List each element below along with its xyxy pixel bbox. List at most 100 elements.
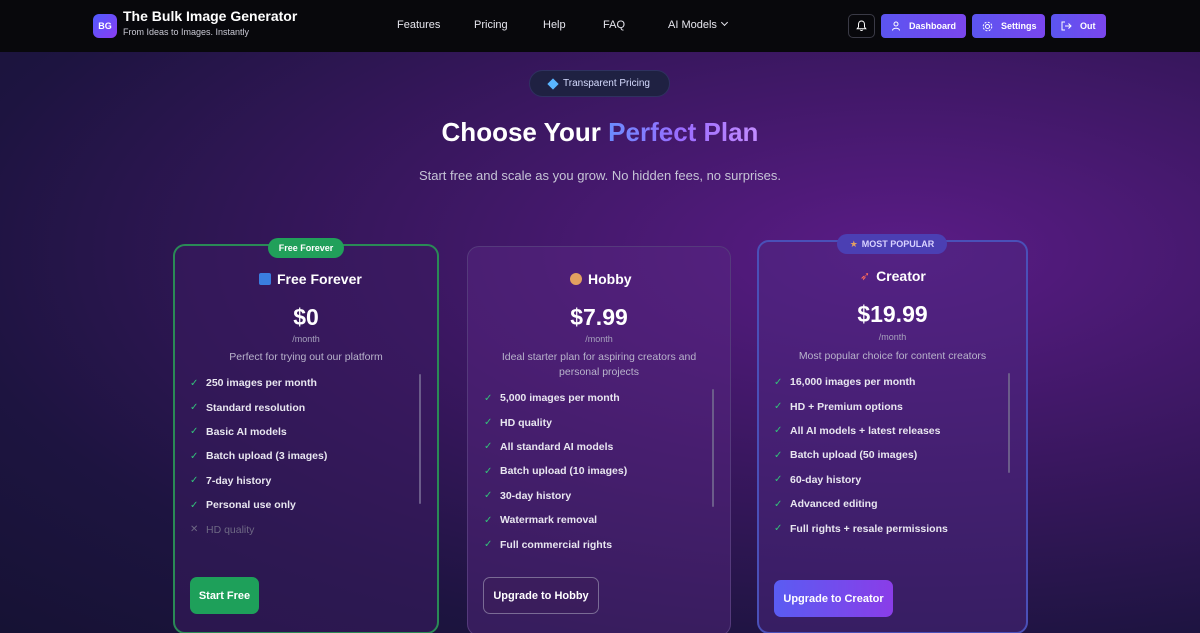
gear-icon [982,21,993,31]
list-item: ✓ Batch upload (10 images) [484,465,628,478]
nav-help[interactable]: Help [543,19,566,31]
list-item: ✓ HD + Premium options [774,400,903,413]
nav-pricing[interactable]: Pricing [474,19,508,31]
settings-label: Settings [1001,21,1037,31]
plan-name-free-label: Free Forever [277,271,362,287]
brand[interactable]: BG The Bulk Image Generator From Ideas t… [93,9,297,38]
nav-features[interactable]: Features [397,19,440,31]
plan-period-creator: /month [878,332,907,342]
plan-period-free: /month [292,334,320,344]
top-nav: BG The Bulk Image Generator From Ideas t… [0,0,1200,52]
list-item: ✓ Standard resolution [190,401,306,414]
check-icon: ✓ [774,425,783,437]
feature-list-free: ✓ 250 images per month ✓ Standard resoluti… [190,371,327,542]
check-icon: ✓ [774,498,783,510]
brand-subtitle: From Ideas to Images. Instantly [123,27,250,37]
list-item: ✓ 5,000 images per month [484,392,620,405]
list-item: ✓ 60-day history [774,473,862,486]
start-free-button[interactable]: Start Free [190,577,259,614]
bell-icon [856,20,867,31]
list-item: ✓ Personal use only [190,499,296,512]
logout-button[interactable]: Out [1051,14,1106,38]
plan-name-hobby: Hobby [570,271,632,287]
logout-label: Out [1080,21,1096,31]
palette-icon [570,273,582,285]
dashboard-label: Dashboard [909,21,957,31]
list-item: ✓ Advanced editing [774,498,878,511]
plan-period-hobby: /month [585,334,613,344]
dashboard-button[interactable]: Dashboard [881,14,966,38]
check-icon: ✓ [484,465,493,477]
upgrade-to-hobby-button[interactable]: Upgrade to Hobby [483,577,599,614]
check-icon: ✓ [484,490,493,502]
check-icon: ✓ [774,474,783,486]
feature-list-hobby: ✓ 5,000 images per month ✓ HD quality ✓ All… [484,386,627,557]
check-icon: ✓ [484,441,493,453]
plan-name-creator-label: Creator [876,268,926,284]
logout-icon [1061,21,1072,31]
diamond-icon [547,77,559,90]
check-icon: ✓ [774,376,783,388]
check-icon: ✓ [190,499,199,511]
plan-desc-creator: Most popular choice for content creators [798,350,987,362]
list-item: ✕ HD quality [190,523,255,536]
settings-button[interactable]: Settings [972,14,1045,38]
list-item: ✓ Full commercial rights [484,538,613,551]
free-badge-icon [259,273,271,285]
check-icon: ✓ [190,402,199,414]
list-item: ✓ Batch upload (3 images) [190,450,328,463]
check-icon: ✓ [484,417,493,429]
list-item: ✓ All standard AI models [484,440,614,453]
list-item: ✓ 16,000 images per month [774,376,916,389]
check-icon: ✓ [774,449,783,461]
list-item: ✓ 7-day history [190,474,272,487]
plan-name-free: Free Forever [259,271,362,287]
list-item: ✓ Batch upload (50 images) [774,449,918,462]
check-icon: ✓ [190,450,199,462]
check-icon: ✓ [484,392,493,404]
notifications-button[interactable] [848,14,875,38]
plan-price-hobby: $7.99 [570,304,628,330]
check-icon: ✓ [774,523,783,535]
check-icon: ✓ [190,377,199,389]
check-icon: ✓ [190,475,199,487]
user-icon [892,21,900,31]
check-icon: ✓ [484,514,493,526]
scrollbar[interactable] [712,389,714,507]
list-item: ✓ 250 images per month [190,377,317,390]
upgrade-to-creator-button[interactable]: Upgrade to Creator [774,580,893,617]
check-icon: ✓ [190,426,199,438]
plan-name-creator: ➶ Creator [860,268,926,284]
list-item: ✓ 30-day history [484,489,572,502]
logo: BG [93,14,117,38]
plan-desc-hobby: Ideal starter plan for aspiring creators… [501,351,697,378]
list-item: ✓ Full rights + resale permissions [774,522,948,535]
page-title: Choose Your Perfect Plan [0,117,1200,148]
plan-desc-free: Perfect for trying out our platform [229,351,383,363]
scrollbar[interactable] [1008,373,1010,473]
check-icon: ✓ [484,539,493,551]
star-icon: ★ [849,238,858,249]
nav-ai-models-label: AI Models [668,19,717,31]
brand-title: The Bulk Image Generator [123,8,298,24]
transparent-pricing-badge: Transparent Pricing [529,70,670,97]
chevron-down-icon [720,18,728,27]
badge-label: Transparent Pricing [563,78,650,89]
free-forever-ribbon: Free Forever [268,238,344,258]
list-item: ✓ Basic AI models [190,425,287,438]
plan-price-free: $0 [293,304,319,330]
page-subtitle: Start free and scale as you grow. No hid… [418,168,782,183]
rocket-icon: ➶ [860,269,871,283]
list-item: ✓ All AI models + latest releases [774,424,941,437]
most-popular-ribbon: ★ MOST POPULAR [837,234,947,254]
plan-name-hobby-label: Hobby [588,271,632,287]
nav-ai-models[interactable]: AI Models [668,18,728,31]
plan-price-creator: $19.99 [857,301,928,327]
feature-list-creator: ✓ 16,000 images per month ✓ HD + Premium o… [774,370,948,541]
check-icon: ✓ [774,401,783,413]
title-plain: Choose Your [441,117,609,147]
nav-faq[interactable]: FAQ [603,19,625,31]
list-item: ✓ Watermark removal [484,514,598,527]
scrollbar[interactable] [419,374,421,504]
cross-icon: ✕ [190,524,199,536]
